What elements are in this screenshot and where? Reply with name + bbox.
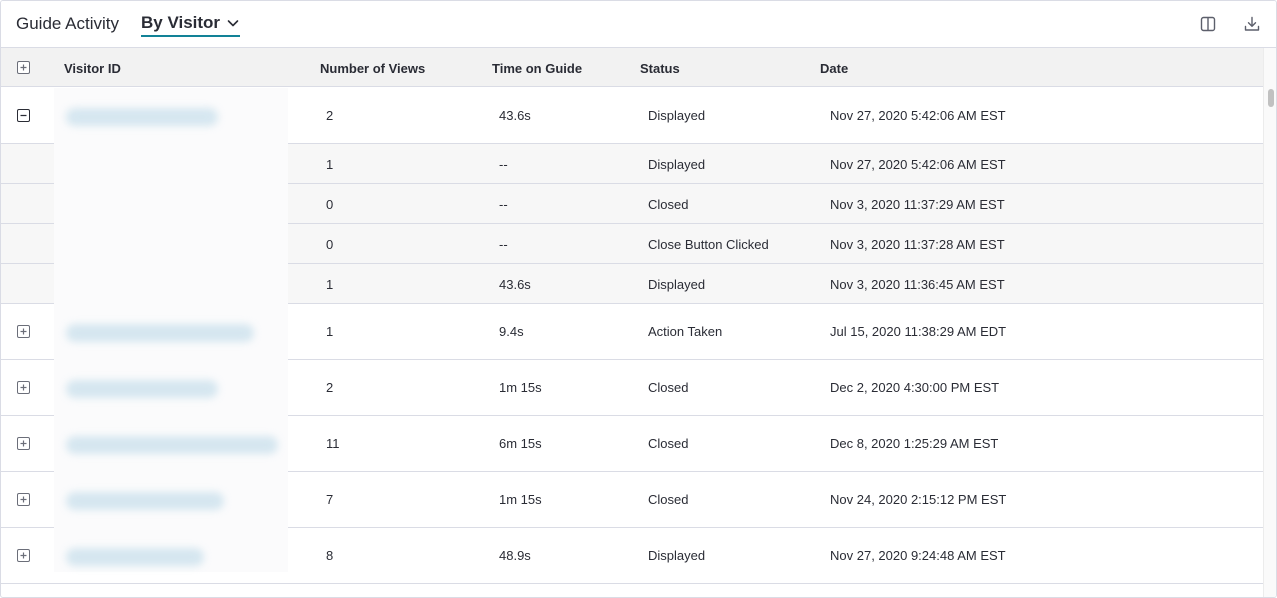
views-cell: 11	[326, 436, 340, 451]
panel-header: Guide Activity By Visitor	[1, 1, 1276, 48]
time-cell: 43.6s	[499, 277, 531, 292]
view-selector[interactable]: By Visitor	[141, 13, 241, 37]
collapse-row-icon[interactable]	[17, 109, 30, 122]
redacted-visitor-id	[66, 108, 218, 126]
date-cell: Dec 2, 2020 4:30:00 PM EST	[830, 380, 1000, 395]
time-cell: 43.6s	[499, 108, 531, 123]
date-cell: Nov 24, 2020 2:15:12 PM EST	[830, 492, 1007, 507]
table-header: Visitor ID Number of Views Time on Guide…	[1, 48, 1263, 87]
expand-row-icon[interactable]	[17, 437, 30, 450]
expand-row-icon[interactable]	[17, 381, 30, 394]
expand-row-icon[interactable]	[17, 549, 30, 562]
time-cell: --	[499, 157, 508, 172]
view-selector-label: By Visitor	[141, 13, 221, 32]
scrollbar-thumb[interactable]	[1268, 89, 1274, 107]
columns-icon[interactable]	[1199, 15, 1217, 33]
views-cell: 8	[326, 548, 334, 563]
views-cell: 0	[326, 237, 334, 252]
time-cell: 1m 15s	[499, 492, 542, 507]
views-cell: 1	[326, 277, 334, 292]
expand-row-icon[interactable]	[17, 325, 30, 338]
views-cell: 1	[326, 157, 334, 172]
views-cell: 0	[326, 197, 334, 212]
status-cell: Closed	[648, 197, 689, 212]
time-cell: --	[499, 237, 508, 252]
visitor-id-column-redacted	[54, 88, 288, 572]
status-cell: Displayed	[648, 108, 706, 123]
views-cell: 7	[326, 492, 334, 507]
redacted-visitor-id	[66, 324, 254, 342]
time-cell: 48.9s	[499, 548, 531, 563]
date-cell: Nov 27, 2020 9:24:48 AM EST	[830, 548, 1006, 563]
status-cell: Closed	[648, 436, 689, 451]
date-cell: Nov 3, 2020 11:37:28 AM EST	[830, 237, 1005, 252]
column-header-status[interactable]: Status	[640, 61, 680, 76]
views-cell: 1	[326, 324, 334, 339]
time-cell: 1m 15s	[499, 380, 542, 395]
column-header-time-on-guide[interactable]: Time on Guide	[492, 61, 582, 76]
date-cell: Jul 15, 2020 11:38:29 AM EDT	[830, 324, 1007, 339]
time-cell: 6m 15s	[499, 436, 542, 451]
date-cell: Nov 3, 2020 11:37:29 AM EST	[830, 197, 1005, 212]
expand-all-icon[interactable]	[17, 61, 30, 74]
date-cell: Dec 8, 2020 1:25:29 AM EST	[830, 436, 999, 451]
column-header-number-of-views[interactable]: Number of Views	[320, 61, 425, 76]
status-cell: Displayed	[648, 548, 706, 563]
status-cell: Displayed	[648, 277, 706, 292]
date-cell: Nov 27, 2020 5:42:06 AM EST	[830, 157, 1006, 172]
views-cell: 2	[326, 380, 334, 395]
column-header-visitor-id[interactable]: Visitor ID	[64, 61, 121, 76]
column-header-date[interactable]: Date	[820, 61, 848, 76]
status-cell: Displayed	[648, 157, 706, 172]
time-cell: --	[499, 197, 508, 212]
status-cell: Close Button Clicked	[648, 237, 769, 252]
guide-activity-panel: Guide Activity By Visitor Visitor ID Num…	[0, 0, 1277, 598]
views-cell: 2	[326, 108, 334, 123]
status-cell: Action Taken	[648, 324, 723, 339]
chevron-down-icon	[227, 20, 239, 27]
status-cell: Closed	[648, 380, 689, 395]
redacted-visitor-id	[66, 380, 218, 398]
redacted-visitor-id	[66, 548, 204, 566]
time-cell: 9.4s	[499, 324, 524, 339]
status-cell: Closed	[648, 492, 689, 507]
redacted-visitor-id	[66, 436, 278, 454]
redacted-visitor-id	[66, 492, 224, 510]
panel-title: Guide Activity	[16, 14, 119, 33]
vertical-scrollbar[interactable]	[1263, 48, 1276, 597]
date-cell: Nov 27, 2020 5:42:06 AM EST	[830, 108, 1006, 123]
download-icon[interactable]	[1243, 15, 1261, 33]
date-cell: Nov 3, 2020 11:36:45 AM EST	[830, 277, 1005, 292]
expand-row-icon[interactable]	[17, 493, 30, 506]
